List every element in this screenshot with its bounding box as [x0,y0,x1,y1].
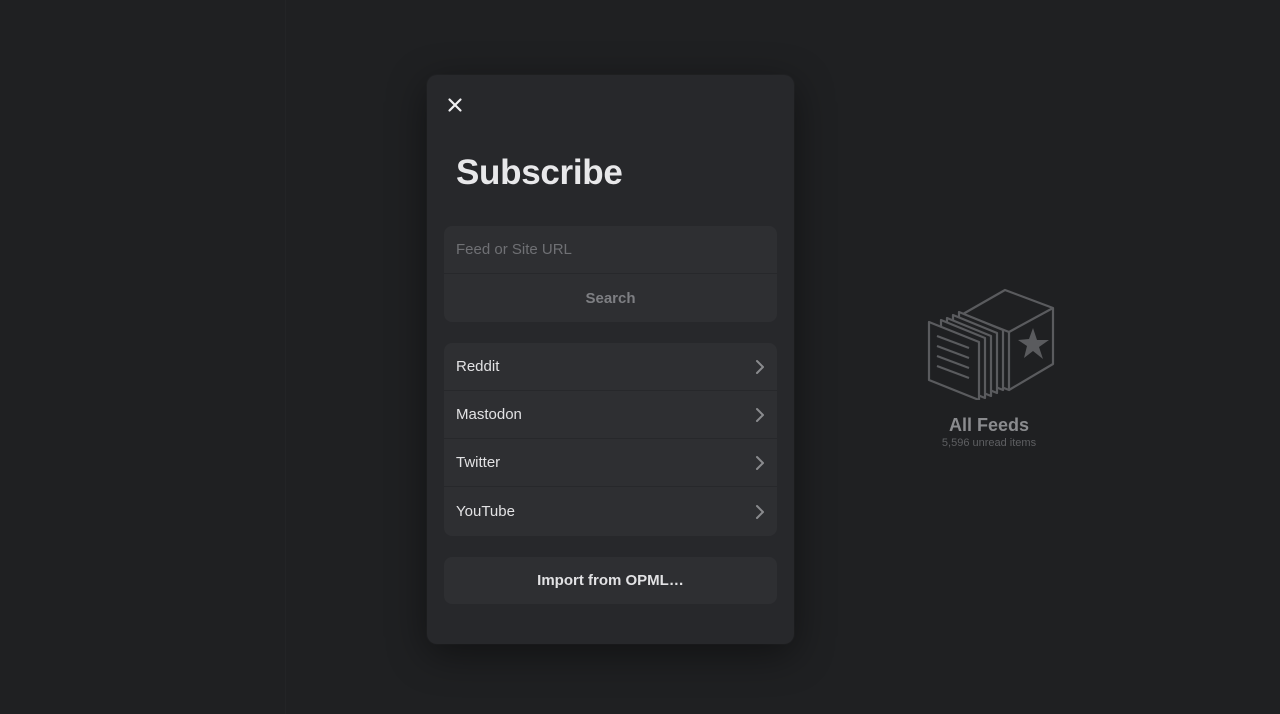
service-label: YouTube [456,503,515,520]
search-button[interactable]: Search [444,274,777,322]
service-item-youtube[interactable]: YouTube [444,487,777,536]
service-item-mastodon[interactable]: Mastodon [444,391,777,439]
service-label: Reddit [456,358,500,375]
import-opml-button[interactable]: Import from OPML… [444,557,777,604]
service-item-twitter[interactable]: Twitter [444,439,777,487]
unread-count: 5,596 unread items [941,437,1037,449]
feeds-box-star-icon [927,288,1055,400]
close-button[interactable] [445,95,465,115]
sidebar [0,0,286,714]
dialog-title: Subscribe [456,153,623,192]
services-list: Reddit Mastodon Twitter YouTube [444,343,777,536]
chevron-right-icon [756,504,764,519]
chevron-right-icon [756,455,764,470]
chevron-right-icon [756,359,764,374]
close-icon [448,98,462,112]
app-window: All Feeds 5,596 unread items Subscribe S… [0,0,1280,714]
service-item-reddit[interactable]: Reddit [444,343,777,391]
feed-url-input[interactable] [444,226,777,274]
service-label: Twitter [456,454,501,471]
all-feeds-empty-state: All Feeds 5,596 unread items [918,286,1060,450]
subscribe-dialog: Subscribe Search Reddit Mastodon Twitter… [427,75,794,644]
service-label: Mastodon [456,406,522,423]
chevron-right-icon [756,407,764,422]
all-feeds-title: All Feeds [948,415,1030,435]
url-search-group: Search [444,226,777,322]
